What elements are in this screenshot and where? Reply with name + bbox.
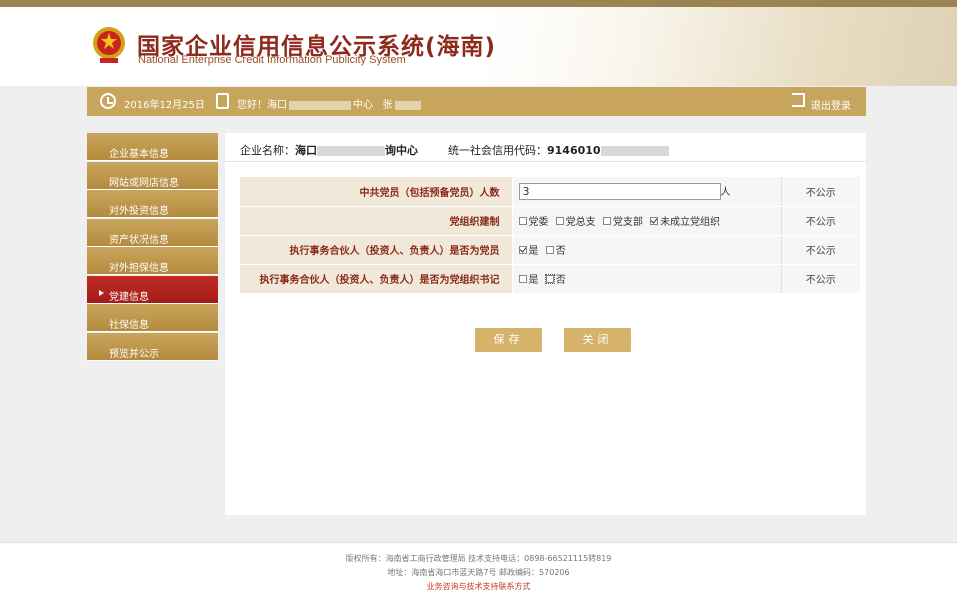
sidebar-item-label: 社保信息 bbox=[109, 320, 149, 331]
no-checkbox[interactable] bbox=[544, 274, 555, 284]
party-org-type-cell: 党委 党总支 党支部 未成立党组织 bbox=[511, 206, 781, 236]
save-button[interactable]: 保存 bbox=[475, 328, 542, 352]
current-date: 2016年12月25日 bbox=[124, 100, 205, 111]
publicity-status[interactable]: 不公示 bbox=[780, 177, 860, 207]
publicity-status[interactable]: 不公示 bbox=[780, 206, 860, 236]
option-label: 党支部 bbox=[612, 217, 643, 228]
credit-code: 统一社会信用代码：9146010 bbox=[448, 142, 669, 158]
credit-code-prefix: 9146010 bbox=[547, 144, 601, 157]
party-general-branch-checkbox[interactable] bbox=[555, 217, 564, 225]
user-greeting: 您好！海口 中心 张 bbox=[237, 96, 421, 111]
no-party-org-checkbox[interactable] bbox=[650, 217, 659, 225]
sidebar-item-investment-info[interactable]: 对外投资信息 bbox=[87, 190, 218, 218]
option-label: 未成立党组织 bbox=[660, 217, 721, 228]
greeting-mid: 中心 bbox=[353, 100, 373, 111]
sidebar-item-label: 资产状况信息 bbox=[109, 234, 169, 246]
partner-is-secretary-label: 执行事务合伙人（投资人、负责人）是否为党组织书记 bbox=[240, 264, 512, 294]
sidebar-item-label: 企业基本信息 bbox=[109, 149, 169, 160]
party-branch-checkbox[interactable] bbox=[602, 217, 611, 225]
sidebar-item-website-info[interactable]: 网站或网店信息 bbox=[87, 161, 218, 190]
main-panel: 企业名称：海口 询中心 统一社会信用代码：9146010 中共党员（包括预备党员）… bbox=[225, 133, 866, 515]
clock-icon bbox=[100, 93, 116, 109]
logout-link[interactable]: 退出登录 bbox=[811, 97, 851, 112]
greeting-name: 张 bbox=[382, 100, 393, 111]
greeting-prefix: 您好！海口 bbox=[237, 100, 287, 111]
publicity-status[interactable]: 不公示 bbox=[780, 264, 860, 294]
party-member-count-cell: 3人 bbox=[511, 177, 781, 207]
redacted-block bbox=[600, 146, 669, 156]
national-emblem-icon bbox=[93, 27, 125, 63]
sidebar-item-label: 对外投资信息 bbox=[109, 206, 169, 217]
partner-is-secretary-cell: 是 否 bbox=[511, 264, 781, 294]
sidebar-item-label: 网站或网店信息 bbox=[109, 177, 179, 189]
sidebar-item-label: 党建信息 bbox=[109, 291, 149, 303]
redacted-block bbox=[317, 146, 385, 156]
option-label: 是 bbox=[528, 275, 539, 286]
redacted-block bbox=[289, 100, 351, 110]
party-member-count-input[interactable]: 3 bbox=[518, 183, 721, 200]
company-name-prefix: 海口 bbox=[295, 144, 317, 157]
logout-icon[interactable] bbox=[792, 93, 805, 107]
close-button[interactable]: 关闭 bbox=[564, 328, 631, 352]
sidebar-item-assets-info[interactable]: 资产状况信息 bbox=[87, 218, 218, 247]
credit-code-value: 9146010 bbox=[547, 144, 669, 157]
company-name-value: 海口 询中心 bbox=[295, 144, 418, 157]
site-header: 国家企业信用信息公示系统(海南) National Enterprise Cre… bbox=[0, 7, 957, 86]
option-label: 党委 bbox=[528, 217, 549, 228]
option-label: 党总支 bbox=[565, 217, 596, 228]
publicity-status[interactable]: 不公示 bbox=[780, 235, 860, 265]
sidebar-item-basic-info[interactable]: 企业基本信息 bbox=[87, 133, 218, 161]
site-title-en: National Enterprise Credit Information P… bbox=[138, 54, 406, 66]
sidebar-item-label: 对外担保信息 bbox=[109, 263, 169, 274]
sidebar-item-social-security[interactable]: 社保信息 bbox=[87, 304, 218, 332]
redacted-block bbox=[394, 100, 421, 110]
sidebar-item-preview-publish[interactable]: 预览并公示 bbox=[87, 332, 218, 361]
table-row: 执行事务合伙人（投资人、负责人）是否为党组织书记 是 否 不公示 bbox=[240, 264, 860, 294]
footer-contact-link[interactable]: 业务咨询与技术支持联系方式 bbox=[0, 581, 957, 592]
footer-address: 地址：海南省海口市蓝天路7号 邮政编码：570206 bbox=[387, 568, 570, 577]
party-member-count-label: 中共党员（包括预备党员）人数 bbox=[240, 177, 512, 207]
partner-is-member-cell: 是 否 bbox=[511, 235, 781, 265]
option-label: 是 bbox=[528, 246, 539, 257]
party-org-type-label: 党组织建制 bbox=[240, 206, 512, 236]
company-name-suffix: 询中心 bbox=[385, 144, 418, 157]
top-stripe bbox=[0, 0, 957, 7]
count-unit: 人 bbox=[720, 186, 731, 198]
sidebar-item-label: 预览并公示 bbox=[109, 348, 159, 360]
active-arrow-icon bbox=[99, 289, 104, 296]
no-checkbox[interactable] bbox=[545, 246, 554, 254]
site-footer: 版权所有：海南省工商行政管理局 技术支持电话：0898-66521115转819… bbox=[0, 542, 957, 608]
party-committee-checkbox[interactable] bbox=[518, 217, 527, 225]
credit-code-label: 统一社会信用代码： bbox=[448, 144, 547, 157]
sidebar-nav: 企业基本信息 网站或网店信息 对外投资信息 资产状况信息 对外担保信息 党建信息… bbox=[87, 133, 218, 361]
yes-checkbox[interactable] bbox=[518, 246, 527, 254]
table-row: 中共党员（包括预备党员）人数 3人 不公示 bbox=[240, 177, 860, 207]
option-label: 否 bbox=[555, 246, 566, 257]
company-name-label: 企业名称： bbox=[240, 144, 295, 157]
footer-copyright: 版权所有：海南省工商行政管理局 技术支持电话：0898-66521115转819 bbox=[345, 554, 612, 563]
sidebar-item-guarantee-info[interactable]: 对外担保信息 bbox=[87, 247, 218, 275]
sidebar-item-party-info[interactable]: 党建信息 bbox=[87, 275, 218, 304]
partner-is-member-label: 执行事务合伙人（投资人、负责人）是否为党员 bbox=[240, 235, 512, 265]
info-bar: 2016年12月25日 您好！海口 中心 张 退出登录 bbox=[87, 87, 866, 116]
yes-checkbox[interactable] bbox=[518, 275, 527, 283]
option-label: 否 bbox=[555, 275, 566, 286]
party-info-form: 中共党员（包括预备党员）人数 3人 不公示 党组织建制 党委 党总支 党支部 未… bbox=[240, 177, 860, 294]
table-row: 执行事务合伙人（投资人、负责人）是否为党员 是 否 不公示 bbox=[240, 235, 860, 265]
user-icon bbox=[216, 93, 229, 109]
mountain-banner bbox=[487, 7, 957, 86]
table-row: 党组织建制 党委 党总支 党支部 未成立党组织 不公示 bbox=[240, 206, 860, 236]
company-summary: 企业名称：海口 询中心 统一社会信用代码：9146010 bbox=[225, 133, 866, 162]
company-name: 企业名称：海口 询中心 bbox=[240, 142, 418, 158]
